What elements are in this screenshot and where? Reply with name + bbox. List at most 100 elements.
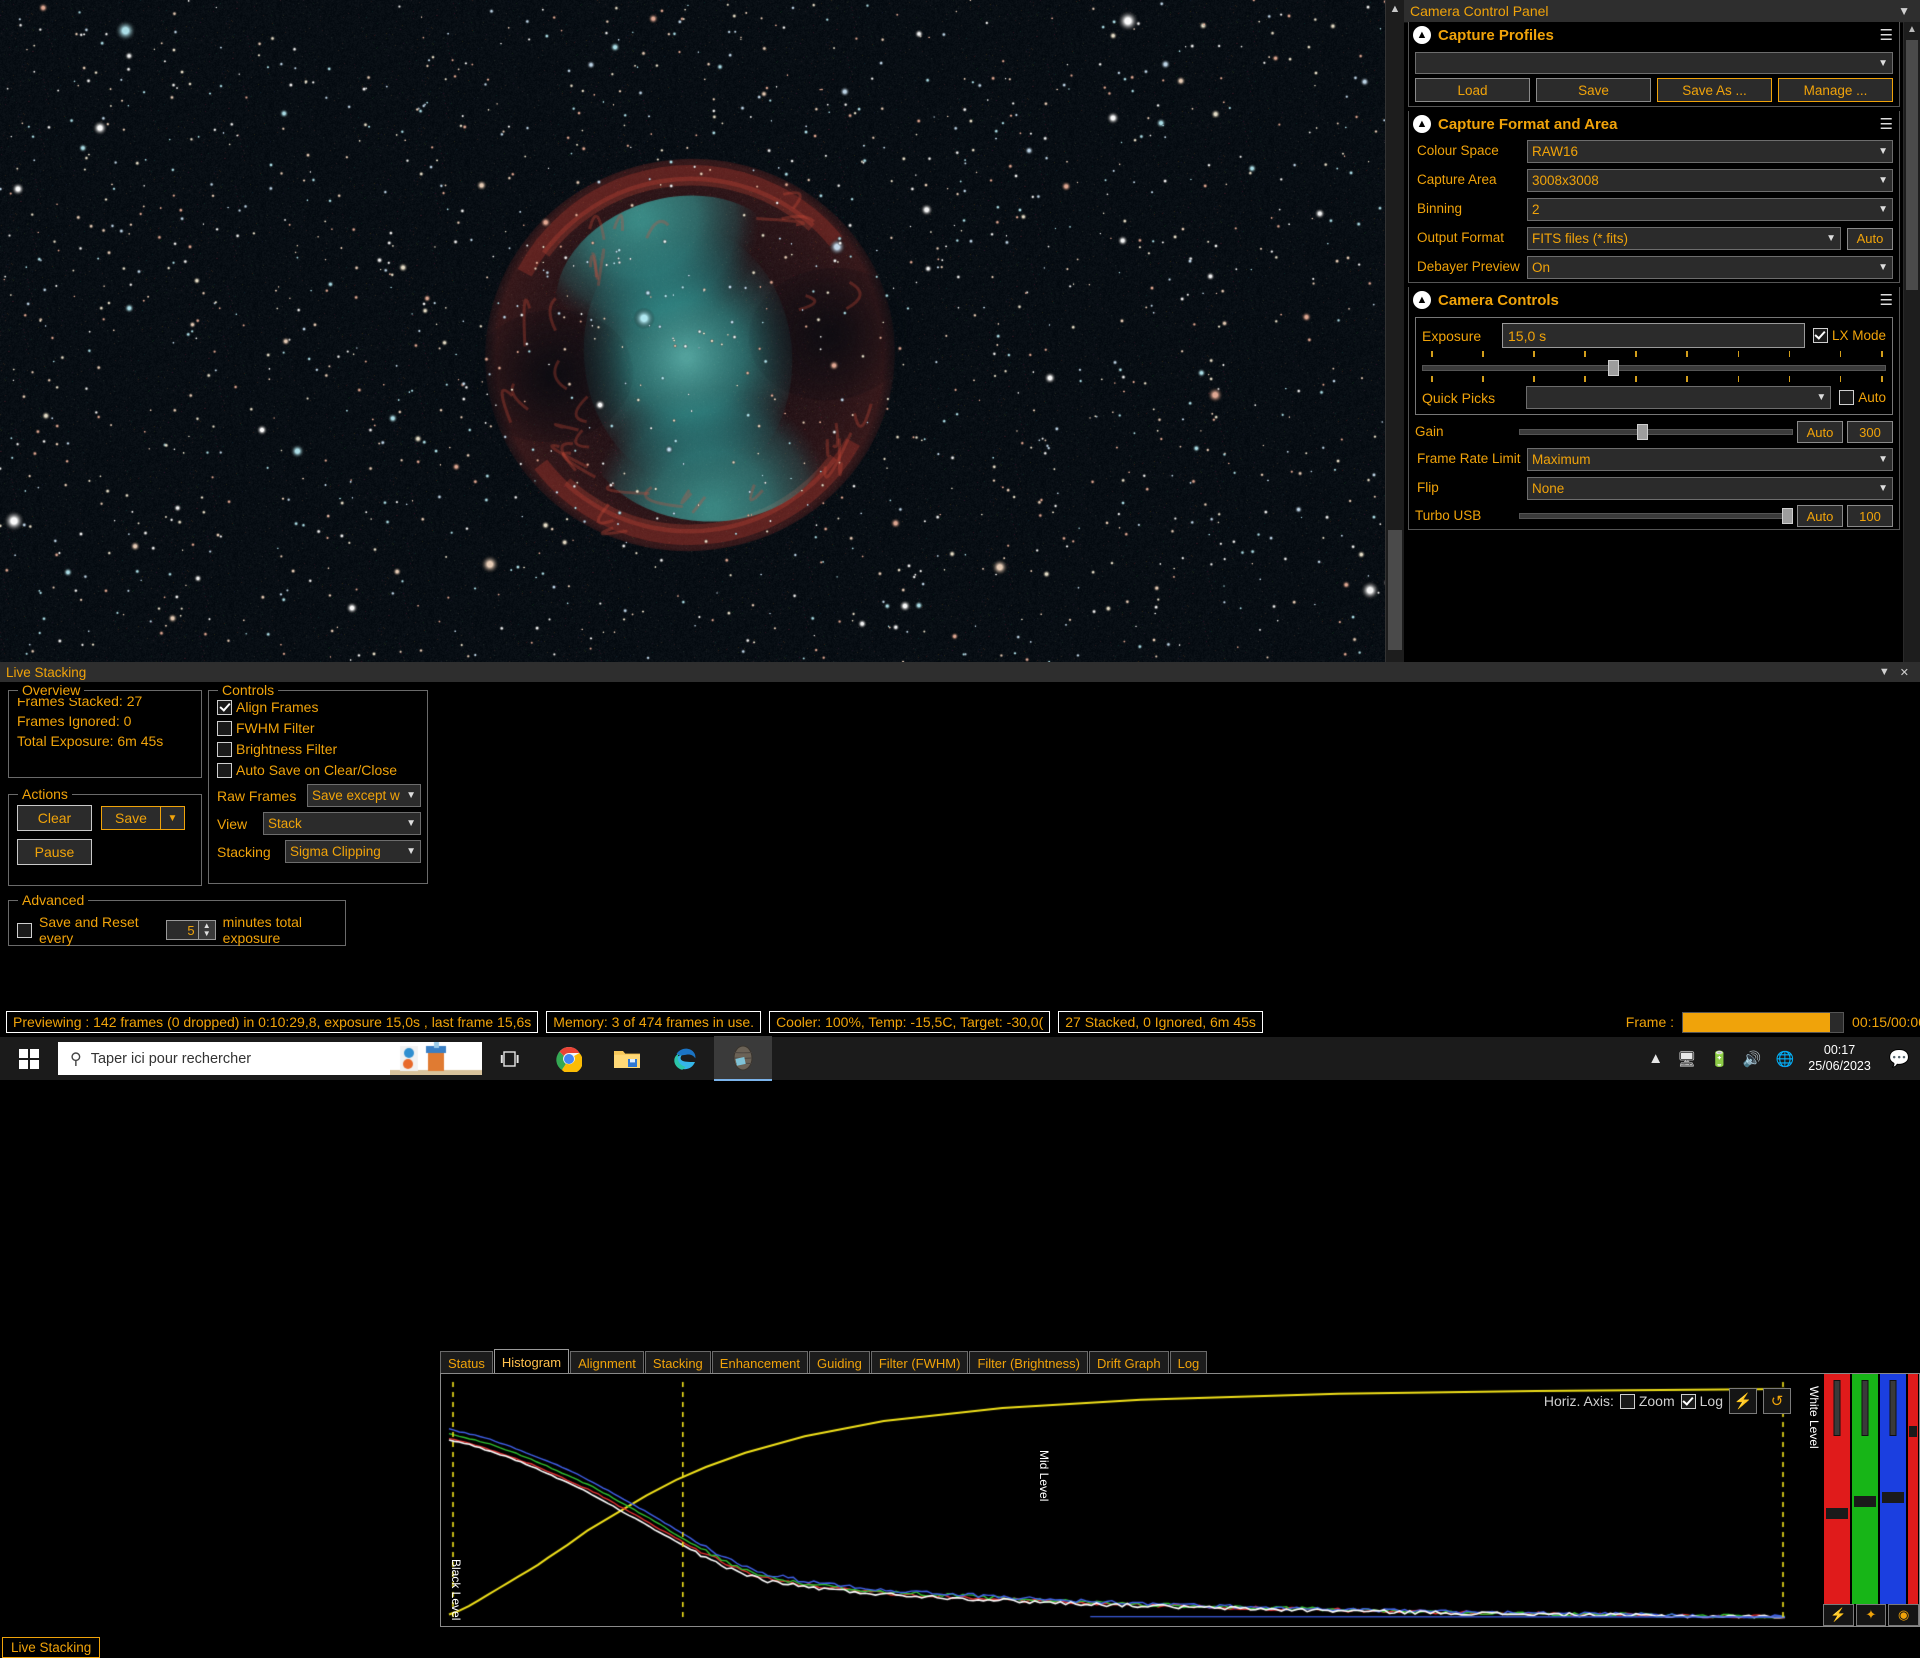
red-level-slider[interactable] [1824, 1374, 1850, 1624]
group-header-camera-controls[interactable]: ▲ Camera Controls ☰ [1409, 287, 1899, 313]
live-stacking-status-tag[interactable]: Live Stacking [2, 1637, 101, 1658]
blue-level-slider[interactable] [1880, 1374, 1906, 1624]
tab-stacking[interactable]: Stacking [644, 1351, 711, 1374]
taskbar-search-box[interactable]: ⚲ Taper ici pour rechercher [58, 1042, 482, 1075]
quick-picks-auto-wrap[interactable]: Auto [1839, 390, 1886, 405]
taskbar-clock[interactable]: 00:17 25/06/2023 [1808, 1043, 1871, 1074]
start-button[interactable] [0, 1037, 58, 1080]
tab-guiding[interactable]: Guiding [809, 1351, 870, 1374]
network-icon[interactable]: 🌐 [1776, 1050, 1795, 1068]
view-select[interactable]: Stack ▼ [263, 812, 421, 835]
fwhm-filter-row[interactable]: FWHM Filter [217, 720, 427, 736]
tab-status[interactable]: Status [440, 1351, 493, 1374]
tab-alignment[interactable]: Alignment [570, 1351, 644, 1374]
clear-button[interactable]: Clear [17, 805, 92, 831]
turbo-usb-auto-button[interactable]: Auto [1797, 505, 1843, 527]
log-checkbox[interactable] [1680, 1393, 1696, 1409]
gain-slider-handle[interactable] [1636, 424, 1648, 440]
lightning-bolt-icon[interactable]: ⚡ [1729, 1388, 1757, 1414]
minutes-stepper[interactable]: ▲ ▼ [198, 920, 216, 940]
chrome-icon[interactable] [540, 1037, 598, 1080]
gain-auto-button[interactable]: Auto [1797, 421, 1843, 443]
save-dropdown-chevron-down-icon[interactable]: ▼ [161, 806, 185, 830]
colour-space-select[interactable]: RAW16 ▼ [1527, 140, 1893, 163]
output-format-auto-button[interactable]: Auto [1847, 227, 1893, 250]
save-and-reset-checkbox[interactable] [17, 922, 32, 938]
task-view-icon[interactable] [482, 1037, 540, 1080]
volume-icon[interactable]: 🔊 [1743, 1050, 1762, 1068]
save-as-profile-button[interactable]: Save As ... [1657, 78, 1772, 102]
group-header-capture-format[interactable]: ▲ Capture Format and Area ☰ [1409, 111, 1899, 137]
notification-icon[interactable]: 💬 [1885, 1049, 1910, 1069]
camera-panel-scrollbar[interactable]: ▲ [1903, 22, 1920, 662]
group-menu-icon[interactable]: ☰ [1880, 26, 1899, 44]
group-header-capture-profiles[interactable]: ▲ Capture Profiles ☰ [1409, 22, 1899, 48]
exposure-slider[interactable] [1422, 360, 1886, 376]
zoom-checkbox-wrap[interactable]: Zoom [1619, 1393, 1675, 1409]
scroll-up-arrow[interactable]: ▲ [1386, 0, 1404, 18]
live-stacking-collapse-icon[interactable]: ▼ [1874, 666, 1895, 678]
scroll-up-arrow[interactable]: ▲ [1904, 22, 1920, 38]
colour-adjust-icon[interactable]: ◉ [1888, 1604, 1919, 1626]
group-menu-icon[interactable]: ☰ [1880, 115, 1899, 133]
tab-filter-brightness[interactable]: Filter (Brightness) [969, 1351, 1089, 1374]
collapse-chevron-up-icon[interactable]: ▲ [1413, 26, 1431, 44]
tab-filter-fwhm[interactable]: Filter (FWHM) [870, 1351, 969, 1374]
image-vertical-scrollbar[interactable]: ▲ [1385, 0, 1404, 662]
output-format-select[interactable]: FITS files (*.fits) ▼ [1527, 227, 1841, 250]
brightness-filter-row[interactable]: Brightness Filter [217, 741, 427, 757]
lx-mode-checkbox[interactable] [1812, 328, 1828, 343]
turbo-usb-value[interactable]: 100 [1847, 505, 1893, 527]
binning-select[interactable]: 2 ▼ [1527, 198, 1893, 221]
chevron-up-icon[interactable]: ▲ [1648, 1050, 1663, 1067]
scroll-thumb[interactable] [1906, 40, 1918, 290]
sparkle-icon[interactable]: ✦ [1855, 1604, 1887, 1626]
tab-log[interactable]: Log [1169, 1351, 1208, 1374]
collapse-chevron-up-icon[interactable]: ▲ [1413, 291, 1431, 309]
green-level-slider[interactable] [1852, 1374, 1878, 1624]
turbo-usb-slider-handle[interactable] [1782, 508, 1794, 524]
exposure-input[interactable]: 15,0 s [1502, 323, 1805, 348]
panel-collapse-icon[interactable]: ▼ [1894, 4, 1914, 18]
auto-save-on-clear-checkbox[interactable] [217, 762, 232, 778]
tab-enhancement[interactable]: Enhancement [711, 1351, 809, 1374]
flip-select[interactable]: None ▼ [1527, 477, 1893, 500]
quick-picks-select[interactable]: ▼ [1526, 386, 1832, 409]
stacking-select[interactable]: Sigma Clipping ▼ [285, 840, 421, 863]
save-profile-button[interactable]: Save [1536, 78, 1651, 102]
tab-drift-graph[interactable]: Drift Graph [1089, 1351, 1169, 1374]
brightness-filter-checkbox[interactable] [217, 741, 232, 757]
battery-icon[interactable]: 🔋 [1710, 1050, 1729, 1068]
profile-select[interactable]: ▼ [1415, 52, 1893, 74]
edge-icon[interactable] [656, 1037, 714, 1080]
minutes-input[interactable]: 5 [165, 920, 199, 940]
live-stacking-close-icon[interactable]: ✕ [1895, 666, 1914, 679]
sharpcap-icon[interactable] [714, 1036, 772, 1081]
frame-rate-limit-select[interactable]: Maximum ▼ [1527, 448, 1893, 471]
debayer-preview-select[interactable]: On ▼ [1527, 256, 1893, 279]
lx-mode-checkbox-wrap[interactable]: LX Mode [1812, 328, 1886, 343]
gain-value[interactable]: 300 [1847, 421, 1893, 443]
capture-area-select[interactable]: 3008x3008 ▼ [1527, 169, 1893, 192]
fwhm-filter-checkbox[interactable] [217, 720, 232, 736]
reset-icon[interactable]: ↺ [1763, 1388, 1791, 1414]
load-profile-button[interactable]: Load [1415, 78, 1530, 102]
pause-button[interactable]: Pause [17, 839, 92, 865]
scroll-thumb[interactable] [1388, 530, 1402, 650]
raw-frames-select[interactable]: Save except w ▼ [307, 784, 421, 807]
camera-image-view[interactable] [0, 0, 1404, 662]
turbo-usb-slider[interactable] [1519, 506, 1794, 526]
lightning-bolt-icon[interactable]: ⚡ [1823, 1604, 1854, 1626]
display-icon[interactable]: 🖥 [1677, 1050, 1696, 1068]
luminance-level-slider[interactable] [1908, 1374, 1918, 1624]
auto-save-on-clear-row[interactable]: Auto Save on Clear/Close [217, 762, 427, 778]
exposure-slider-handle[interactable] [1607, 360, 1619, 376]
file-explorer-icon[interactable] [598, 1037, 656, 1080]
align-frames-checkbox[interactable] [217, 699, 232, 715]
manage-profiles-button[interactable]: Manage ... [1778, 78, 1893, 102]
collapse-chevron-up-icon[interactable]: ▲ [1413, 115, 1431, 133]
gain-slider[interactable] [1519, 422, 1793, 442]
zoom-checkbox[interactable] [1619, 1393, 1635, 1409]
align-frames-row[interactable]: Align Frames [217, 699, 427, 715]
tab-histogram[interactable]: Histogram [493, 1349, 570, 1374]
